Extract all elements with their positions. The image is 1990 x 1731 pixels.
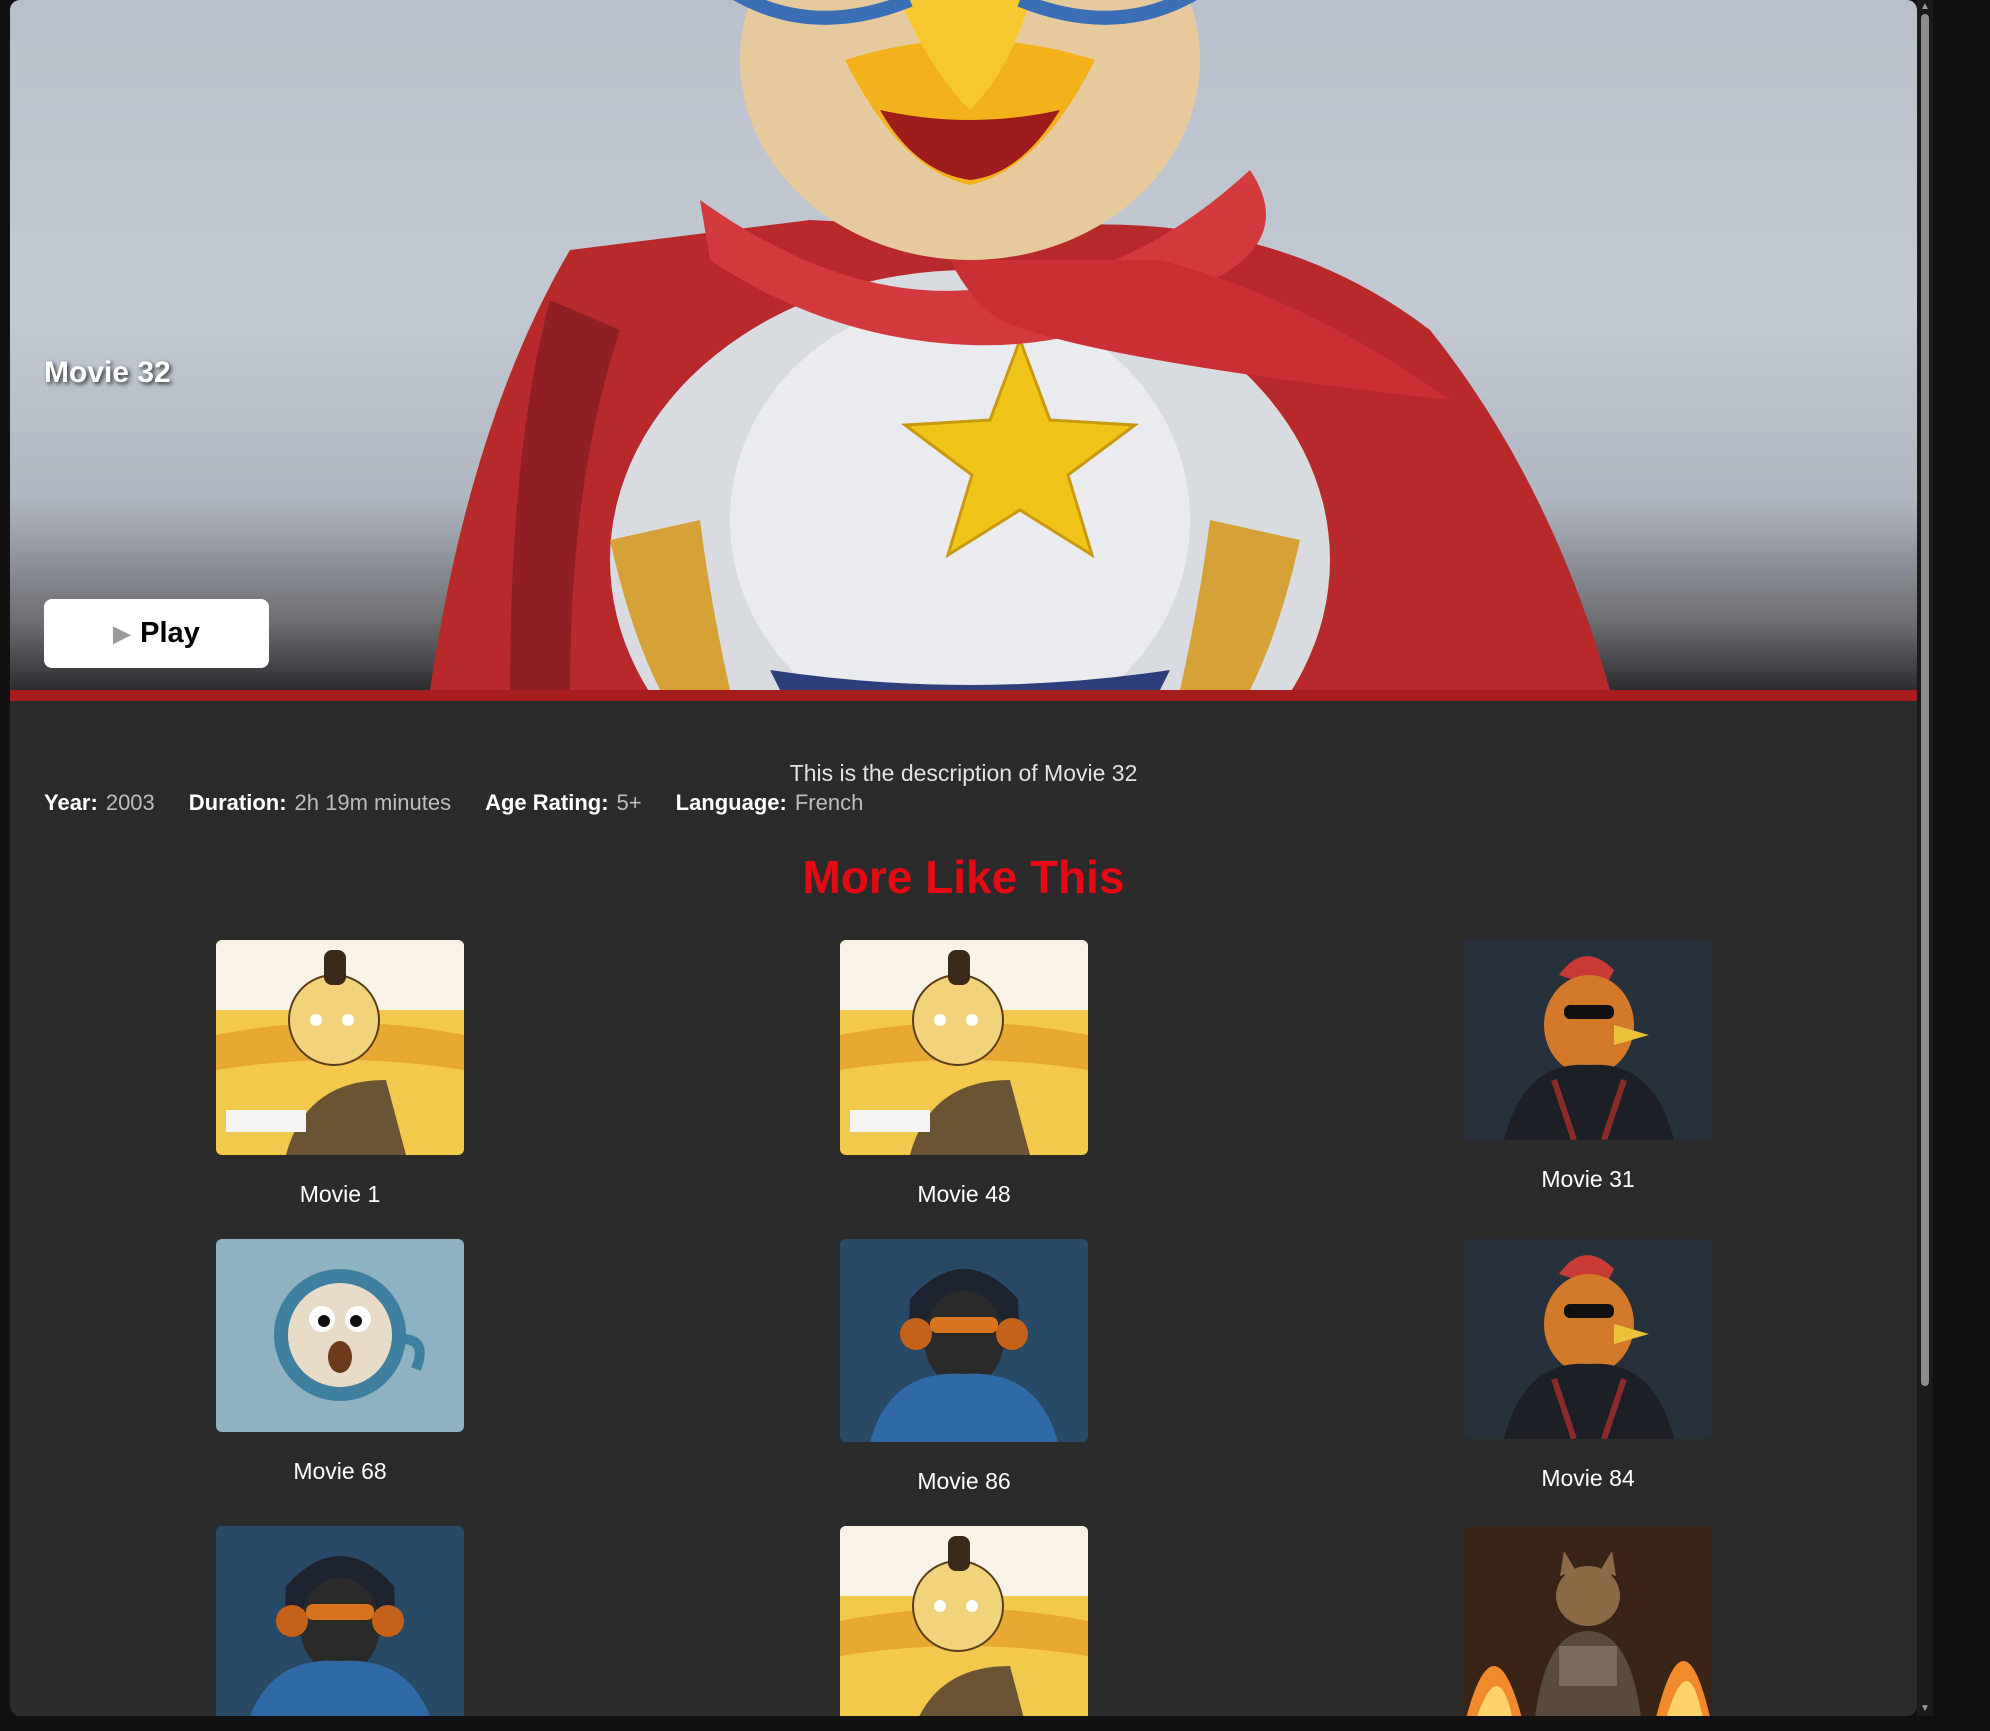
meta-language: Language: French [676, 790, 864, 816]
movie-thumbnail [216, 1526, 464, 1716]
hero-banner: Movie 32 ▶ Play [10, 0, 1917, 690]
movie-thumbnail [840, 1239, 1088, 1442]
hero-title: Movie 32 [44, 356, 171, 389]
movie-card-title: Movie 84 [1541, 1465, 1635, 1491]
meta-year: Year: 2003 [44, 790, 155, 816]
meta-language-label: Language: [675, 790, 787, 815]
movie-card[interactable]: Movie 86 [840, 1239, 1088, 1495]
movie-card[interactable]: Movie 31 [1464, 940, 1712, 1193]
more-like-this-heading: More Like This [802, 851, 1125, 903]
meta-age-value: 5+ [616, 790, 642, 815]
movie-card-title: Movie 31 [1541, 1166, 1635, 1192]
movie-card[interactable]: Movie 1 [216, 940, 464, 1208]
meta-duration-label: Duration: [188, 790, 287, 815]
movie-thumbnail [1464, 1239, 1712, 1439]
meta-duration: Duration: 2h 19m minutes [189, 790, 451, 816]
movie-meta: Year: 2003 Duration: 2h 19m minutes Age Ra… [44, 790, 863, 816]
meta-age-rating: Age Rating: 5+ [485, 790, 642, 816]
play-label: Play [140, 617, 200, 649]
movie-card[interactable]: Movie 48 [840, 940, 1088, 1208]
meta-year-value: 2003 [105, 790, 155, 815]
movie-card[interactable] [216, 1526, 464, 1716]
meta-language-value: French [794, 790, 864, 815]
movie-card[interactable]: Movie 84 [1464, 1239, 1712, 1492]
scrollbar-thumb[interactable] [1921, 14, 1929, 1386]
movie-thumbnail [1464, 940, 1712, 1140]
meta-year-label: Year: [44, 790, 98, 815]
movie-thumbnail [216, 940, 464, 1155]
movie-card[interactable] [1464, 1526, 1712, 1716]
movie-description: This is the description of Movie 32 [789, 760, 1138, 786]
movie-card-title: Movie 68 [293, 1458, 387, 1484]
movie-card-title: Movie 48 [917, 1181, 1011, 1207]
play-icon: ▶ [113, 620, 131, 646]
movie-card-title: Movie 1 [299, 1181, 381, 1207]
movie-card[interactable] [840, 1526, 1088, 1716]
app-window: Movie 32 ▶ Play This is the description … [10, 0, 1917, 1716]
movie-card-title: Movie 86 [917, 1468, 1011, 1494]
movie-card[interactable]: Movie 68 [216, 1239, 464, 1485]
meta-age-label: Age Rating: [485, 790, 609, 815]
movie-thumbnail [1464, 1526, 1712, 1716]
scroll-down-icon[interactable]: ▼ [1917, 1702, 1933, 1716]
movie-thumbnail [840, 940, 1088, 1155]
hero-divider [10, 690, 1917, 701]
hero-artwork [430, 0, 1610, 690]
movie-thumbnail [840, 1526, 1088, 1716]
scroll-up-icon[interactable]: ▲ [1917, 0, 1933, 14]
movie-thumbnail [216, 1239, 464, 1432]
play-button[interactable]: ▶ Play [44, 599, 269, 668]
meta-duration-value: 2h 19m minutes [294, 790, 452, 815]
